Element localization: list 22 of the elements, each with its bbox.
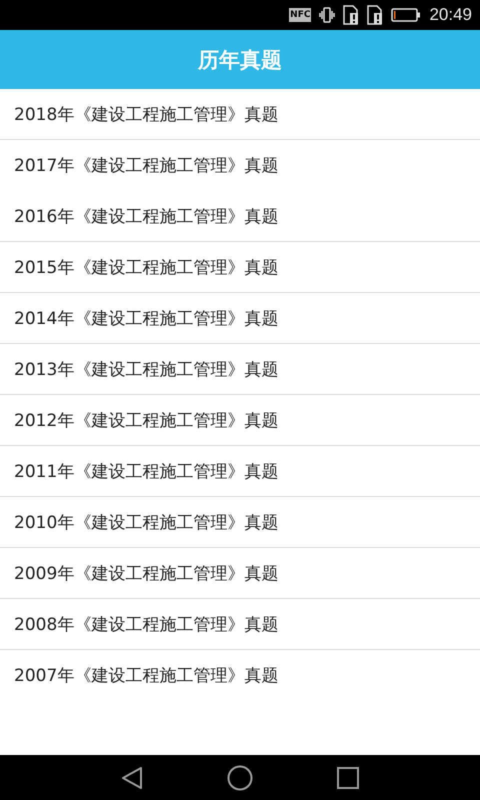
- recent-apps-icon[interactable]: [337, 766, 359, 788]
- nfc-icon: NFC: [289, 8, 312, 22]
- list-item[interactable]: 2011年《建设工程施工管理》真题: [0, 446, 480, 497]
- back-icon[interactable]: [121, 766, 143, 790]
- list-item[interactable]: 2009年《建设工程施工管理》真题: [0, 548, 480, 599]
- list-item[interactable]: 2010年《建设工程施工管理》真题: [0, 497, 480, 548]
- home-icon[interactable]: [227, 764, 253, 790]
- vibrate-icon: [319, 6, 336, 24]
- list-item[interactable]: 2008年《建设工程施工管理》真题: [0, 599, 480, 650]
- sim-card-icon: [343, 5, 360, 25]
- list-item[interactable]: 2013年《建设工程施工管理》真题: [0, 344, 480, 395]
- clock-time: 20:49: [429, 5, 472, 25]
- page-title: 历年真题: [198, 46, 282, 74]
- sim-card-icon: [367, 5, 384, 25]
- list-item[interactable]: 2007年《建设工程施工管理》真题: [0, 650, 480, 701]
- list-item[interactable]: 2017年《建设工程施工管理》真题: [0, 140, 480, 191]
- list-item[interactable]: 2012年《建设工程施工管理》真题: [0, 395, 480, 446]
- list-item[interactable]: 2015年《建设工程施工管理》真题: [0, 242, 480, 293]
- battery-icon: [391, 8, 422, 22]
- list-item[interactable]: 2014年《建设工程施工管理》真题: [0, 293, 480, 344]
- list-item[interactable]: 2016年《建设工程施工管理》真题: [0, 191, 480, 242]
- list-item[interactable]: 2018年《建设工程施工管理》真题: [0, 89, 480, 140]
